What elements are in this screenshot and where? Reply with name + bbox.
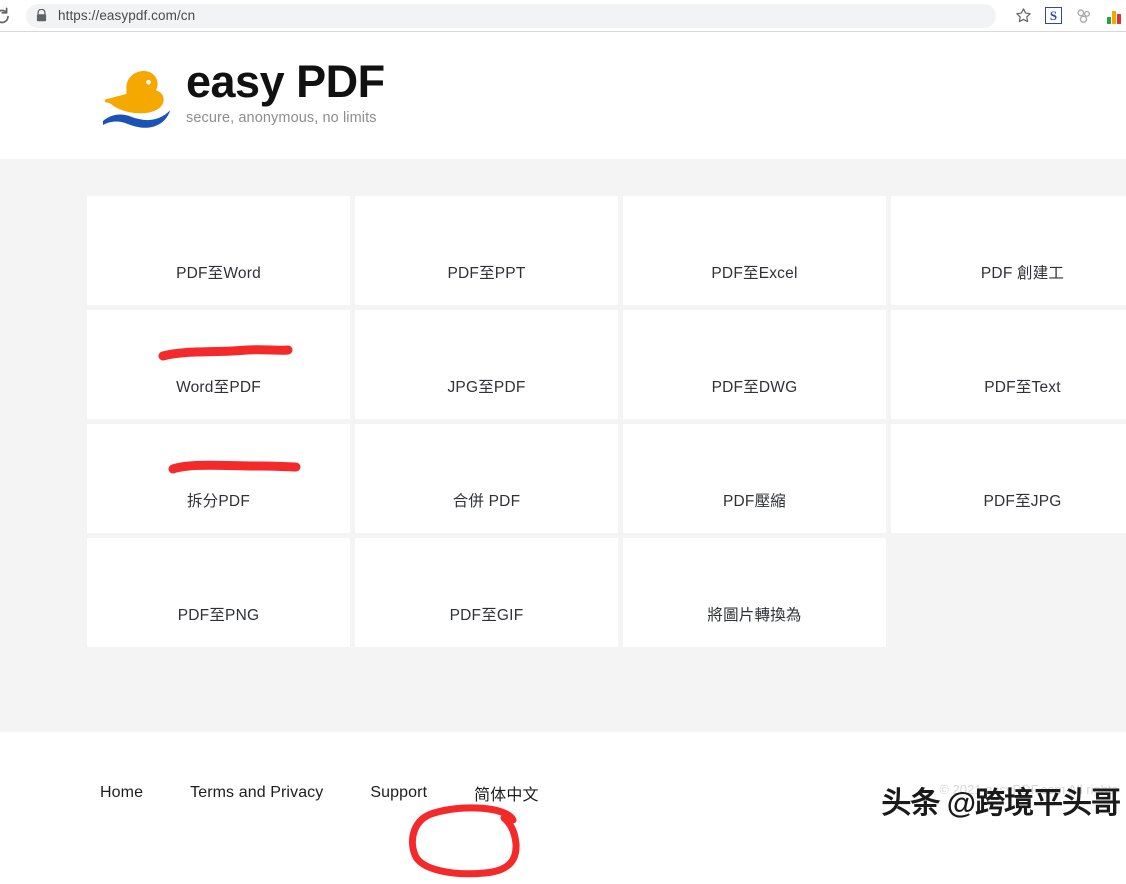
url-text: https://easypdf.com/cn [58, 8, 196, 23]
address-bar[interactable]: https://easypdf.com/cn [26, 3, 996, 28]
tool-tile[interactable]: PDF 創建工 [891, 196, 1126, 305]
tool-tile-placeholder [891, 538, 1126, 647]
tool-tile[interactable]: JPG至PDF [355, 310, 618, 419]
tool-tile[interactable]: 拆分PDF [87, 424, 350, 533]
tool-tile-label: PDF至Word [176, 265, 261, 282]
tool-tile[interactable]: PDF至GIF [355, 538, 618, 647]
tool-tile[interactable]: PDF至PPT [355, 196, 618, 305]
page-body: easy PDF secure, anonymous, no limits PD… [0, 32, 1126, 878]
tool-tile-label: PDF壓縮 [722, 493, 786, 510]
tool-tile-label: 合併 PDF [452, 493, 521, 510]
tool-tile[interactable]: PDF至PNG [87, 538, 350, 647]
watermark-text: 头条 @跨境平头哥 [881, 787, 1121, 820]
tool-tile-label: PDF至PPT [447, 265, 526, 282]
tool-tile[interactable]: PDF至Excel [623, 196, 886, 305]
reload-icon[interactable] [0, 6, 12, 26]
tool-tile-label: Word至PDF [176, 379, 261, 396]
brand-name: easy PDF [186, 55, 385, 107]
brand-tagline: secure, anonymous, no limits [186, 109, 377, 126]
extension-s-icon[interactable]: S [1045, 7, 1062, 24]
duck-logo-icon [103, 70, 171, 128]
tool-tile[interactable]: PDF至Text [891, 310, 1126, 419]
tool-tile[interactable]: 將圖片轉換為 [623, 538, 886, 647]
tool-tile-label: 將圖片轉換為 [707, 607, 802, 624]
tool-tile[interactable]: PDF壓縮 [623, 424, 886, 533]
tool-tile[interactable]: 合併 PDF [355, 424, 618, 533]
extensions-puzzle-icon[interactable] [1075, 7, 1093, 25]
tool-tile-grid: PDF至Word PDF至PPT PDF至Excel PDF 創建工 Word至PDF J… [87, 196, 1126, 647]
site-logo[interactable]: easy PDF secure, anonymous, no limits [100, 55, 385, 133]
tool-tile-label: PDF 創建工 [980, 265, 1065, 282]
browser-action-icons: S [1002, 7, 1126, 25]
footer-link[interactable]: Support [370, 784, 427, 802]
tool-tile[interactable]: PDF至Word [87, 196, 350, 305]
footer-link[interactable]: Home [100, 784, 143, 802]
tool-tile[interactable]: PDF至JPG [891, 424, 1126, 533]
tool-tile-label: 拆分PDF [186, 493, 250, 510]
tool-tile-label: PDF至PNG [177, 607, 260, 624]
site-footer: Home Terms and Privacy Support 简体中文 © 2021 … [0, 732, 1126, 854]
site-header: easy PDF secure, anonymous, no limits [0, 32, 1126, 159]
tool-tile-label: PDF至Excel [711, 265, 798, 282]
tool-tile-label: PDF至GIF [449, 607, 524, 624]
tool-tile[interactable]: Word至PDF [87, 310, 350, 419]
tool-tile-label: JPG至PDF [447, 379, 526, 396]
lock-icon [36, 9, 47, 22]
footer-link[interactable]: 简体中文 [474, 781, 538, 805]
tool-tile-label: PDF至JPG [983, 493, 1062, 510]
tools-section: PDF至Word PDF至PPT PDF至Excel PDF 創建工 Word至PDF J… [0, 159, 1126, 647]
tool-tile-label: PDF至Text [984, 379, 1061, 396]
chart-extension-icon[interactable] [1106, 8, 1122, 24]
footer-link[interactable]: Terms and Privacy [190, 784, 323, 802]
footer-links: Home Terms and Privacy Support 简体中文 [100, 781, 539, 805]
browser-toolbar: https://easypdf.com/cn S [0, 0, 1126, 32]
bookmark-star-icon[interactable] [1015, 7, 1032, 24]
tool-tile-label: PDF至DWG [711, 379, 798, 396]
tool-tile[interactable]: PDF至DWG [623, 310, 886, 419]
